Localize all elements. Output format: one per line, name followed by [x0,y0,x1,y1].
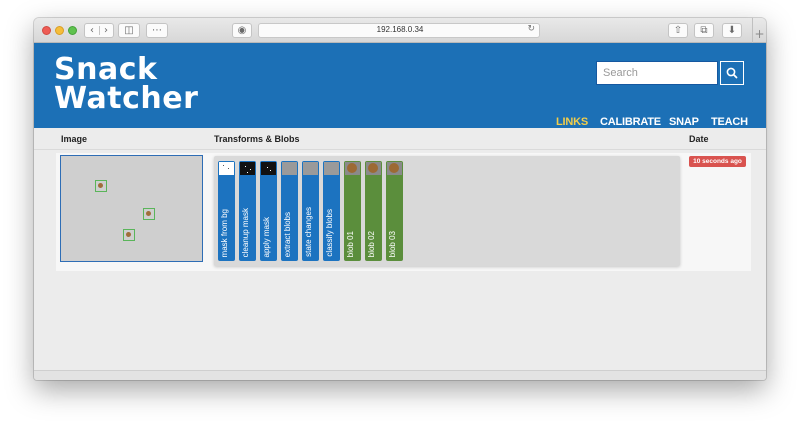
blob-thumbnail [345,162,360,175]
blob-card[interactable]: blob 01 [344,161,361,261]
transform-card[interactable]: state changes [302,161,319,261]
nav-links[interactable]: LINKS [556,116,588,128]
table-header: Image Transforms & Blobs Date [34,128,766,150]
transform-label: state changes [304,207,313,257]
grid-icon[interactable]: ⋯ [146,23,168,38]
transform-card[interactable]: classify blobs [323,161,340,261]
transform-card[interactable]: apply mask [260,161,277,261]
transform-label: cleanup mask [241,207,250,257]
sidebar-icon[interactable]: ◫ [118,23,140,38]
blob-thumbnail [387,162,402,175]
minimize-window-button[interactable] [55,26,64,35]
blob-label: blob 03 [388,230,397,257]
zoom-window-button[interactable] [68,26,77,35]
transform-label: mask from bg [220,208,229,257]
transform-thumbnail [240,162,255,175]
snapshot-thumbnail[interactable] [60,155,203,262]
transform-card[interactable]: mask from bg [218,161,235,261]
new-tab-icon[interactable]: + [752,18,766,43]
transform-thumbnail [282,162,297,175]
blob-card[interactable]: blob 03 [386,161,403,261]
blob-thumbnail [366,162,381,175]
transform-card[interactable]: extract blobs [281,161,298,261]
date-badge: 10 seconds ago [689,156,746,167]
nav-teach[interactable]: TEACH [711,116,748,128]
site-logo[interactable]: Snack Watcher [54,52,199,116]
browser-window: ‹ › ◫ ⋯ ◉ 192.168.0.34 ↻ ⇧ ⧉ ⬇ + Snack Wa… [34,18,766,380]
table-row: mask from bg cleanup mask apply mask ext… [56,153,751,271]
column-header-date: Date [689,134,709,144]
nav-snap[interactable]: SNAP [669,116,699,128]
nav-calibrate[interactable]: CALIBRATE [600,116,661,128]
back-icon[interactable]: ‹ [85,24,99,37]
close-window-button[interactable] [42,26,51,35]
transform-thumbnail [303,162,318,175]
logo-line-1: Snack [54,52,158,87]
blob-card[interactable]: blob 02 [365,161,382,261]
search-icon [726,67,738,79]
history-nav: ‹ › [84,23,114,38]
search-button[interactable] [720,61,744,85]
tabs-icon[interactable]: ⧉ [694,23,714,38]
blob-marker [95,180,107,192]
transform-thumbnail [219,162,234,175]
column-header-image: Image [61,134,88,144]
forward-icon[interactable]: › [99,24,113,37]
browser-toolbar: ‹ › ◫ ⋯ ◉ 192.168.0.34 ↻ ⇧ ⧉ ⬇ + [34,18,766,43]
blob-marker [123,229,135,241]
address-bar[interactable]: 192.168.0.34 ↻ [258,23,540,38]
blob-label: blob 01 [346,230,355,257]
blob-label: blob 02 [367,230,376,257]
privacy-icon[interactable]: ◉ [232,23,252,38]
site-header: Snack Watcher Search LINKS CALIBRATE SNA… [34,43,766,128]
transform-label: classify blobs [325,209,334,257]
search-input[interactable]: Search [596,61,718,85]
download-icon[interactable]: ⬇ [722,23,742,38]
transform-thumbnail [261,162,276,175]
transform-label: apply mask [262,216,271,257]
reload-icon[interactable]: ↻ [527,24,535,34]
transform-thumbnail [324,162,339,175]
address-text: 192.168.0.34 [376,25,424,34]
transform-label: extract blobs [283,211,292,257]
logo-line-2: Watcher [54,81,199,116]
share-icon[interactable]: ⇧ [668,23,688,38]
column-header-transforms: Transforms & Blobs [214,134,300,144]
transform-card[interactable]: cleanup mask [239,161,256,261]
status-bar [34,370,766,380]
blob-marker [143,208,155,220]
transforms-strip: mask from bg cleanup mask apply mask ext… [214,156,680,266]
